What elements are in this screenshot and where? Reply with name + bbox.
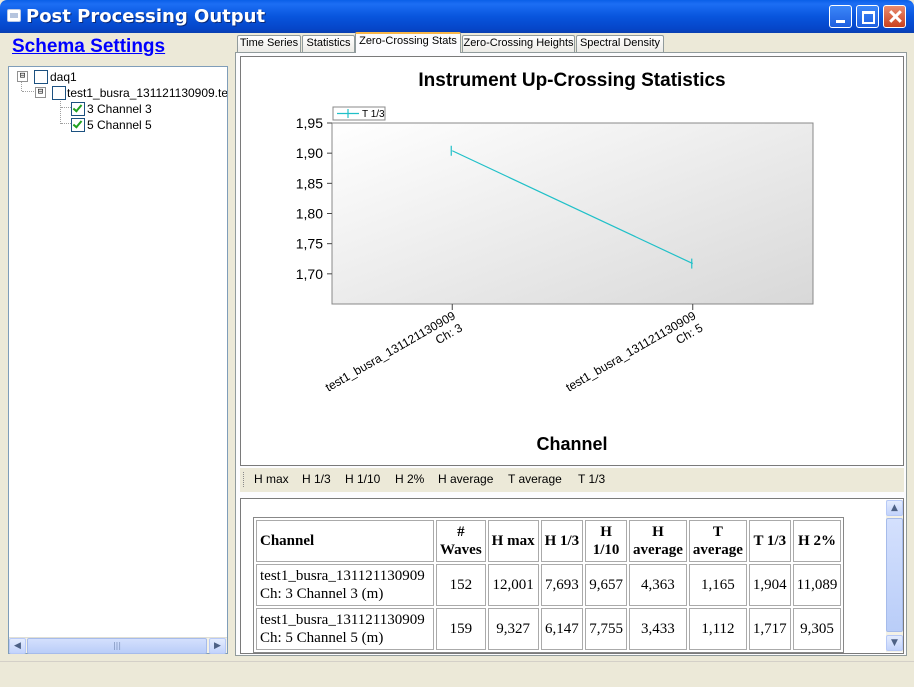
tree-node-label: 3 Channel 3 [87, 102, 152, 116]
y-tick-label: 1,90 [296, 145, 323, 161]
vertical-scrollbar[interactable]: ▲ ▼ [886, 500, 903, 652]
checkbox[interactable] [52, 86, 66, 100]
x-tick-label-group: test1_busra_131121130909Ch: 5 [563, 308, 705, 394]
table-row: test1_busra_131121130909 Ch: 5 Channel 5… [256, 608, 842, 650]
table-row: test1_busra_131121130909 Ch: 3 Channel 3… [256, 564, 842, 606]
x-tick-label: test1_busra_131121130909 [323, 308, 458, 394]
collapse-icon[interactable]: ⊟ [17, 71, 28, 82]
series-toolbar [240, 468, 904, 492]
y-tick-label: 1,95 [296, 115, 323, 131]
window-title: Post Processing Output [26, 6, 266, 27]
cell-t-1-3: 1,717 [748, 608, 791, 650]
checkbox-checked[interactable] [71, 102, 85, 116]
tree-node-label: test1_busra_131121130909.test1 [67, 86, 228, 100]
cell-t-average: 1,165 [688, 564, 747, 606]
scroll-right-icon[interactable]: ▶ [209, 638, 226, 654]
minimize-button[interactable] [829, 5, 852, 28]
tab-statistics[interactable]: Statistics [302, 35, 355, 52]
y-tick-label: 1,75 [296, 236, 323, 252]
cell-h-max: 9,327 [487, 608, 539, 650]
tree-connector [61, 123, 71, 124]
table-header-row: Channel # Waves H max H 1/3 H 1/10 H ave… [256, 520, 842, 562]
checkbox-checked[interactable] [71, 118, 85, 132]
cell-h-2pct: 9,305 [792, 608, 842, 650]
col-header-channel: Channel [256, 520, 434, 562]
x-axis-label: Channel [536, 434, 607, 454]
stats-table-container: Channel # Waves H max H 1/3 H 1/10 H ave… [240, 498, 904, 654]
series-toggle-h-2pct[interactable]: H 2% [392, 471, 427, 489]
cell-h-1-3: 7,693 [540, 564, 584, 606]
status-bar [0, 661, 914, 687]
cell-channel: test1_busra_131121130909 Ch: 5 Channel 5… [256, 608, 434, 650]
series-toggle-t-average[interactable]: T average [505, 471, 565, 489]
y-tick-label: 1,80 [296, 206, 323, 222]
tab-zero-crossing-stats[interactable]: Zero-Crossing Stats [355, 32, 461, 53]
tab-zero-crossing-heights[interactable]: Zero-Crossing Heights [462, 35, 575, 52]
scroll-thumb[interactable]: ||| [27, 638, 207, 654]
collapse-icon[interactable]: ⊟ [35, 87, 46, 98]
cell-t-1-3: 1,904 [748, 564, 791, 606]
schema-tree[interactable]: ⊟ daq1 ⊟ test1_busra_131121130909.test1 … [8, 66, 228, 654]
schema-settings-link[interactable]: Schema Settings [12, 36, 165, 58]
col-header-h-2pct: H 2% [792, 520, 842, 562]
maximize-button[interactable] [856, 5, 879, 28]
x-axis: test1_busra_131121130909Ch: 3 test1_busra… [323, 304, 706, 394]
tab-time-series[interactable]: Time Series [237, 35, 301, 52]
cell-h-2pct: 11,089 [792, 564, 842, 606]
series-toggle-t-1-3[interactable]: T 1/3 [575, 471, 608, 489]
cell-h-1-3: 6,147 [540, 608, 584, 650]
chart-container: Instrument Up-Crossing Statistics 1,95 1,… [240, 56, 904, 466]
col-header-t-1-3: T 1/3 [748, 520, 791, 562]
scroll-thumb[interactable] [886, 518, 903, 632]
series-toggle-h-1-10[interactable]: H 1/10 [342, 471, 383, 489]
y-tick-label: 1,85 [296, 175, 323, 191]
col-header-h-1-10: H 1/10 [585, 520, 627, 562]
line-chart: Instrument Up-Crossing Statistics 1,951,… [296, 70, 814, 454]
tree-connector [61, 107, 71, 108]
scroll-up-icon[interactable]: ▲ [886, 500, 903, 516]
tree-node-label: 5 Channel 5 [87, 118, 152, 132]
cell-channel: test1_busra_131121130909 Ch: 3 Channel 3… [256, 564, 434, 606]
y-axis: 1,95 1,90 1,85 1,80 1,75 1,70 [296, 115, 332, 282]
x-tick-label-group: test1_busra_131121130909Ch: 3 [323, 308, 465, 394]
checkbox[interactable] [34, 70, 48, 84]
cell-h-1-10: 9,657 [585, 564, 627, 606]
series-toggle-h-max[interactable]: H max [251, 471, 292, 489]
tree-connector [22, 91, 34, 92]
cell-h-average: 4,363 [628, 564, 687, 606]
series-toggle-h-1-3[interactable]: H 1/3 [299, 471, 334, 489]
col-header-t-average: T average [688, 520, 747, 562]
col-header-h-1-3: H 1/3 [540, 520, 584, 562]
cell-h-max: 12,001 [487, 564, 539, 606]
scroll-down-icon[interactable]: ▼ [886, 635, 903, 651]
col-header-waves: # Waves [436, 520, 486, 562]
y-tick-label: 1,70 [296, 266, 323, 282]
tree-connector [60, 97, 61, 124]
series-toggle-h-average[interactable]: H average [435, 471, 496, 489]
col-header-h-average: H average [628, 520, 687, 562]
tree-connector [21, 81, 22, 91]
plot-area [331, 122, 814, 305]
chart-legend[interactable]: T 1/3 [332, 106, 386, 121]
col-header-h-max: H max [487, 520, 539, 562]
cell-waves: 152 [436, 564, 486, 606]
close-button[interactable] [883, 5, 906, 28]
legend-label: T 1/3 [362, 109, 385, 120]
toolbar-grip-icon[interactable] [243, 472, 246, 487]
cell-h-1-10: 7,755 [585, 608, 627, 650]
tab-spectral-density[interactable]: Spectral Density [576, 35, 664, 52]
cell-waves: 159 [436, 608, 486, 650]
scroll-left-icon[interactable]: ◀ [9, 638, 26, 654]
x-tick-label: test1_busra_131121130909 [563, 308, 698, 394]
cell-h-average: 3,433 [628, 608, 687, 650]
tree-node-label: daq1 [50, 70, 77, 84]
app-icon [7, 9, 21, 22]
chart-title: Instrument Up-Crossing Statistics [418, 70, 725, 91]
stats-table: Channel # Waves H max H 1/3 H 1/10 H ave… [253, 517, 845, 653]
cell-t-average: 1,112 [688, 608, 747, 650]
horizontal-scrollbar[interactable]: ◀ ||| ▶ [9, 637, 227, 654]
